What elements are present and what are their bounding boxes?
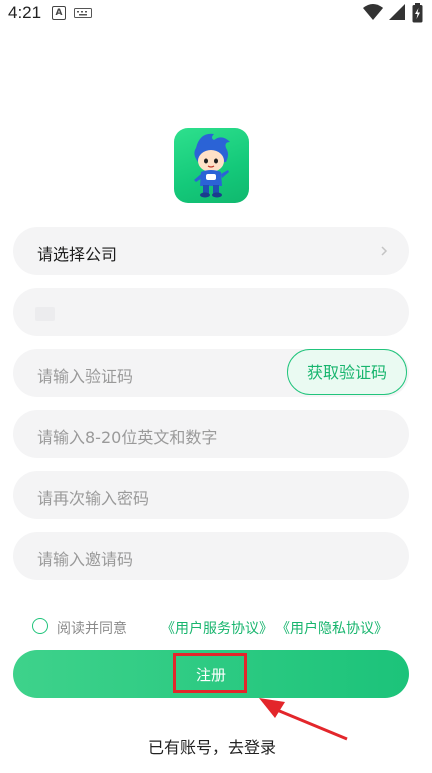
password-placeholder: 请输入8-20位英文和数字 (37, 428, 218, 447)
wifi-icon (363, 4, 383, 20)
register-button-label: 注册 (195, 666, 226, 684)
confirm-password-placeholder: 请再次输入密码 (37, 489, 150, 508)
login-link[interactable]: 已有账号，去登录 (0, 734, 424, 758)
status-bar: 4:21 A (0, 0, 432, 28)
invite-code-placeholder: 请输入邀请码 (37, 550, 134, 569)
phone-input[interactable] (13, 288, 409, 336)
mascot-app-logo (194, 133, 230, 198)
app-logo (174, 128, 249, 203)
chevron-right-icon (381, 246, 388, 256)
privacy-agreement-link[interactable]: 《用户隐私协议》 (276, 618, 388, 638)
register-button[interactable]: 注册 (13, 650, 409, 698)
keyboard-icon (74, 8, 92, 18)
agreement-checkbox[interactable] (32, 618, 48, 634)
agreement-text: 阅读并同意 (57, 621, 127, 637)
status-time: 4:21 (8, 3, 42, 22)
a-notification-icon: A (52, 6, 66, 20)
invite-code-input[interactable]: 请输入邀请码 (13, 532, 409, 580)
password-input[interactable]: 请输入8-20位英文和数字 (13, 410, 409, 458)
phone-input-value (35, 307, 55, 321)
signal-icon (389, 4, 405, 20)
company-select-label: 请选择公司 (37, 245, 118, 264)
service-agreement-link[interactable]: 《用户服务协议》 (161, 618, 273, 638)
battery-charging-icon (412, 3, 423, 23)
verification-code-placeholder: 请输入验证码 (37, 367, 134, 386)
confirm-password-input[interactable]: 请再次输入密码 (13, 471, 409, 519)
company-select[interactable]: 请选择公司 (13, 227, 409, 275)
get-code-button[interactable]: 获取验证码 (287, 349, 407, 395)
